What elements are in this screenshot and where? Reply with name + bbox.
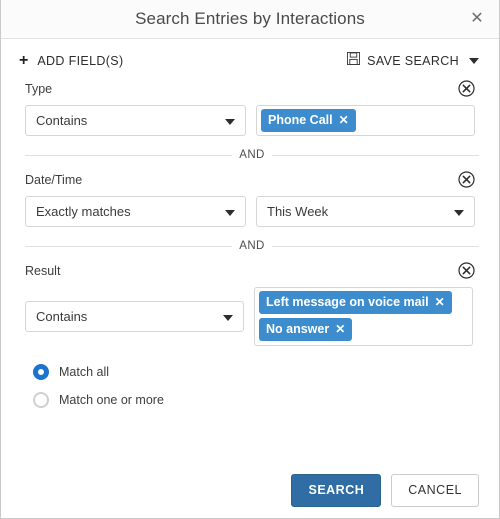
- close-icon[interactable]: ✕: [465, 7, 489, 31]
- value-chips-type[interactable]: Phone Call ✕: [256, 105, 475, 136]
- add-fields-label: ADD FIELD(S): [37, 53, 124, 68]
- and-label: AND: [239, 149, 265, 161]
- chip-label: Left message on voice mail: [266, 294, 429, 309]
- chip[interactable]: No answer ✕: [259, 318, 353, 341]
- value-select-datetime[interactable]: This Week: [256, 196, 475, 227]
- field-group-result: Result Contains Left message on voice ma…: [25, 262, 479, 346]
- circle-close-icon[interactable]: [458, 171, 475, 188]
- chip-label: No answer: [266, 321, 330, 336]
- chip-label: Phone Call: [268, 112, 333, 127]
- field-row: Contains Left message on voice mail ✕ No…: [25, 287, 479, 346]
- operator-value: Contains: [36, 113, 88, 128]
- circle-close-icon[interactable]: [458, 262, 475, 279]
- chip-remove-icon[interactable]: ✕: [339, 114, 349, 126]
- operator-select-type[interactable]: Contains: [25, 105, 246, 136]
- and-separator-1: AND: [25, 149, 480, 161]
- plus-icon: +: [19, 51, 29, 69]
- operator-value: Exactly matches: [36, 204, 131, 219]
- dialog-title: Search Entries by Interactions: [135, 9, 365, 28]
- add-fields-button[interactable]: + ADD FIELD(S): [19, 51, 124, 69]
- and-separator-2: AND: [25, 240, 480, 252]
- chevron-down-icon: [469, 57, 479, 64]
- circle-close-icon[interactable]: [458, 80, 475, 97]
- field-label: Type: [25, 82, 53, 96]
- radio-indicator[interactable]: [33, 392, 49, 408]
- field-row: Contains Phone Call ✕: [25, 105, 479, 136]
- radio-match-all[interactable]: Match all: [33, 364, 479, 380]
- cancel-button[interactable]: CANCEL: [391, 473, 479, 507]
- dialog-toolbar: + ADD FIELD(S) SAVE SEARCH: [1, 39, 499, 82]
- operator-select-result[interactable]: Contains: [25, 301, 244, 332]
- radio-label: Match all: [59, 365, 110, 379]
- field-label: Date/Time: [25, 173, 83, 187]
- search-dialog: Search Entries by Interactions ✕ + ADD F…: [0, 0, 500, 519]
- value-text: This Week: [267, 204, 329, 219]
- field-label: Result: [25, 264, 61, 278]
- separator-line-left: [25, 245, 233, 247]
- operator-select-datetime[interactable]: Exactly matches: [25, 196, 246, 227]
- chip-remove-icon[interactable]: ✕: [335, 323, 345, 335]
- value-chips-result[interactable]: Left message on voice mail ✕ No answer ✕: [254, 287, 473, 346]
- chip-remove-icon[interactable]: ✕: [435, 296, 445, 308]
- save-search-label: SAVE SEARCH: [367, 53, 459, 68]
- dialog-header: Search Entries by Interactions ✕: [1, 0, 499, 39]
- chip[interactable]: Phone Call ✕: [261, 109, 356, 132]
- floppy-disk-icon: [347, 51, 361, 70]
- radio-label: Match one or more: [59, 393, 164, 407]
- operator-value: Contains: [36, 309, 88, 324]
- field-row: Exactly matches This Week: [25, 196, 479, 227]
- separator-line-left: [25, 154, 233, 156]
- and-label: AND: [239, 240, 265, 252]
- search-button[interactable]: SEARCH: [291, 473, 382, 507]
- field-group-type: Type Contains Phone Call ✕: [25, 80, 479, 136]
- chip[interactable]: Left message on voice mail ✕: [259, 291, 452, 314]
- separator-line-right: [271, 245, 480, 247]
- dialog-footer: SEARCH CANCEL: [1, 462, 499, 518]
- save-search-button[interactable]: SAVE SEARCH: [347, 51, 479, 70]
- match-mode-radios: Match all Match one or more: [33, 364, 479, 408]
- dialog-body: Type Contains Phone Call ✕ AND Date/Time…: [1, 80, 499, 408]
- separator-line-right: [271, 154, 480, 156]
- field-group-datetime: Date/Time Exactly matches This Week: [25, 171, 479, 227]
- radio-indicator-selected[interactable]: [33, 364, 49, 380]
- radio-match-one-or-more[interactable]: Match one or more: [33, 392, 479, 408]
